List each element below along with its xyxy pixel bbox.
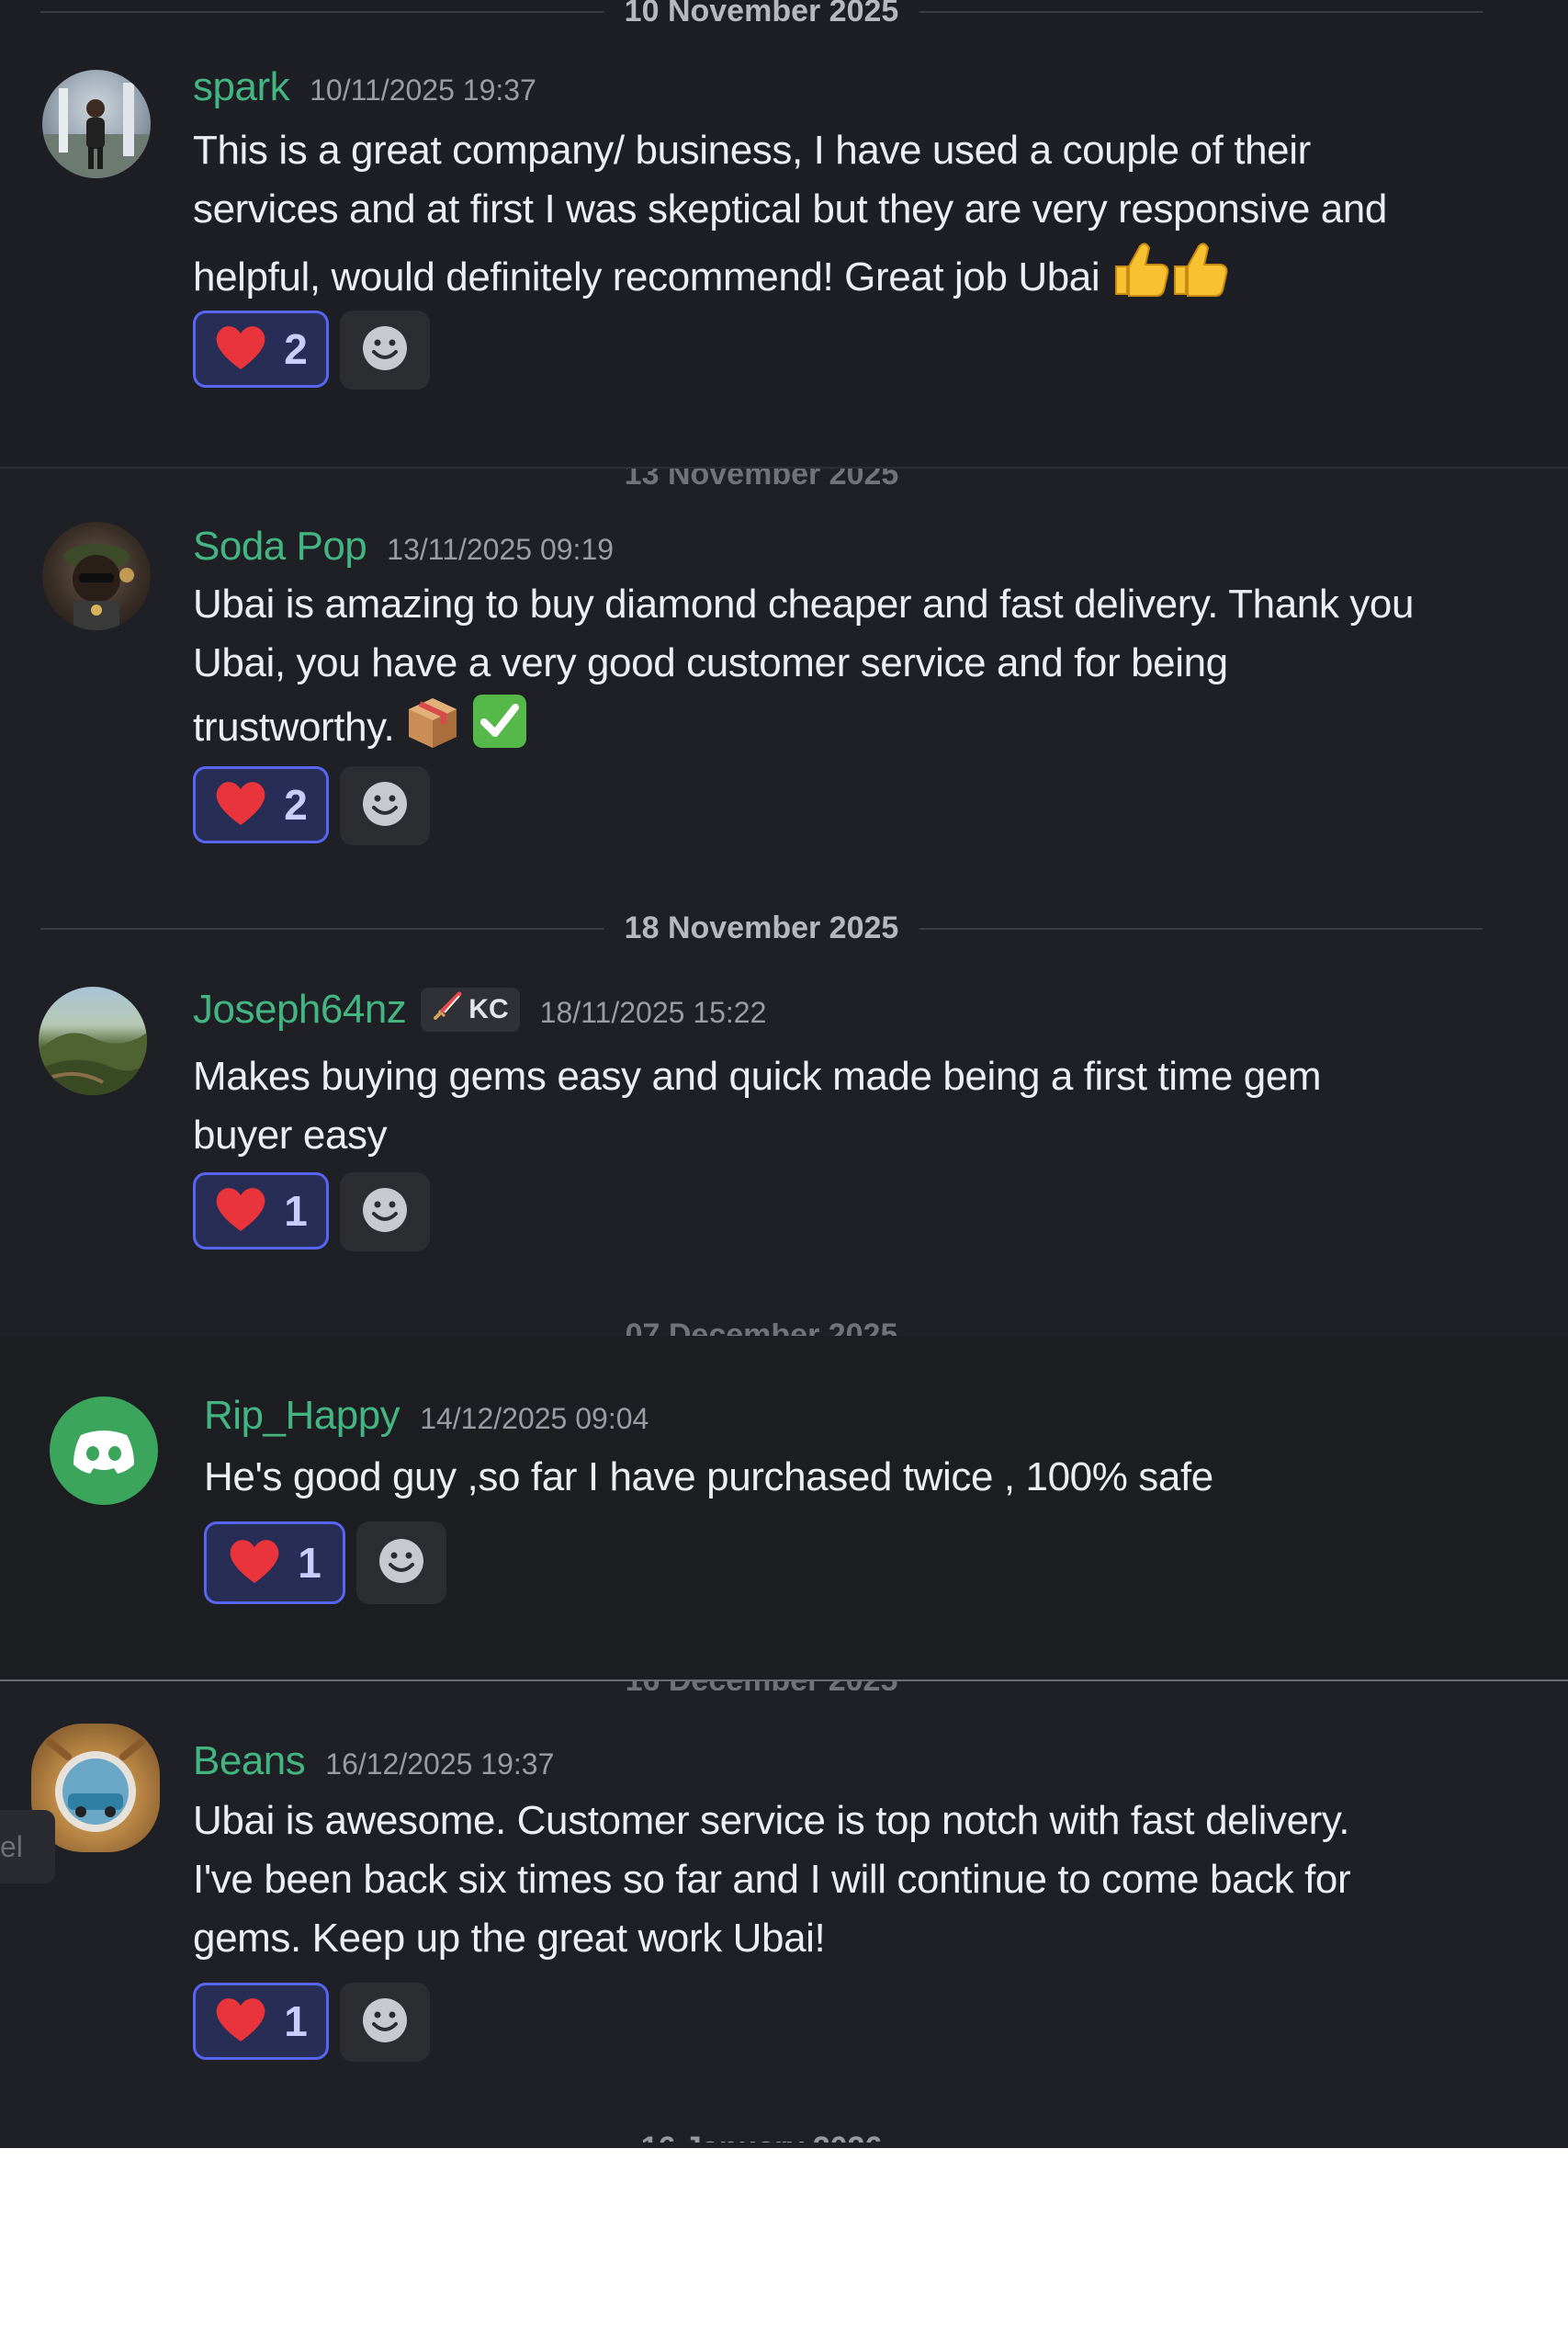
- date-divider-label: 18 November 2025: [604, 910, 919, 946]
- reaction-count: 2: [284, 325, 308, 373]
- chat-segment-2: 13 November 2025 Soda Pop 13/11/2025 09:…: [0, 467, 1568, 1336]
- sword-icon: [432, 990, 463, 1029]
- message-content: This is a great company/ business, I hav…: [193, 121, 1387, 316]
- heart-reaction[interactable]: 1: [204, 1521, 345, 1604]
- username[interactable]: Rip_Happy: [204, 1393, 400, 1439]
- message-line-with-emoji: trustworthy.: [193, 693, 1414, 766]
- message-line: gems. Keep up the great work Ubai!: [193, 1916, 826, 1961]
- heart-icon: [228, 1537, 281, 1589]
- heart-reaction[interactable]: 1: [193, 1983, 329, 2060]
- reaction-count: 1: [284, 1997, 308, 2045]
- chat-segment-1: 10 November 2025 spark 10/11/2025 19:37: [0, 0, 1568, 467]
- date-divider-label: 16 January 2026: [620, 2130, 903, 2143]
- message-line: He's good guy ,so far I have purchased t…: [204, 1454, 1213, 1499]
- username[interactable]: Joseph64nz: [193, 987, 407, 1033]
- message-content: Ubai is awesome. Customer service is top…: [193, 1792, 1351, 1968]
- timestamp[interactable]: 13/11/2025 09:19: [387, 533, 614, 567]
- add-reaction-icon: [361, 780, 409, 832]
- message-header: Rip_Happy 14/12/2025 09:04: [204, 1393, 649, 1439]
- add-reaction-button[interactable]: [356, 1521, 446, 1604]
- message-header: Soda Pop 13/11/2025 09:19: [193, 524, 614, 570]
- message-line: services and at first I was skeptical bu…: [193, 187, 1387, 232]
- heart-icon: [214, 1185, 267, 1238]
- reaction-count: 1: [298, 1539, 321, 1587]
- chat-segment-3: Rip_Happy 14/12/2025 09:04 He's good guy…: [0, 1336, 1568, 1679]
- add-reaction-icon: [361, 1186, 409, 1238]
- discord-logo-icon: [50, 1430, 158, 1505]
- heart-icon: [214, 779, 267, 831]
- date-divider-label: 07 December 2025: [604, 1323, 919, 1336]
- avatar[interactable]: [42, 70, 151, 178]
- message-header: Joseph64nz KC 18/11/2025 15:22: [193, 987, 766, 1033]
- avatar[interactable]: [50, 1396, 158, 1505]
- message-content: Makes buying gems easy and quick made be…: [193, 1047, 1322, 1165]
- message-line: buyer easy: [193, 1113, 388, 1158]
- add-reaction-icon: [361, 324, 409, 377]
- server-tag-label: KC: [468, 994, 509, 1024]
- reaction-bar: 1: [204, 1521, 446, 1604]
- add-reaction-icon: [361, 1996, 409, 2049]
- reaction-bar: 2: [193, 766, 430, 845]
- message-header: Beans 16/12/2025 19:37: [193, 1738, 554, 1784]
- segment-seam: [0, 1679, 1568, 1681]
- message-line: Ubai, you have a very good customer serv…: [193, 640, 1228, 685]
- message-content: He's good guy ,so far I have purchased t…: [204, 1448, 1213, 1507]
- message-line: Makes buying gems easy and quick made be…: [193, 1054, 1322, 1099]
- chat-segment-4: 16 December 2025 Beans 16/12/2025 19:37 …: [0, 1679, 1568, 2148]
- message-line: Ubai is awesome. Customer service is top…: [193, 1798, 1350, 1843]
- reaction-bar: 1: [193, 1172, 430, 1251]
- server-tag[interactable]: KC: [421, 988, 520, 1032]
- timestamp[interactable]: 10/11/2025 19:37: [310, 74, 536, 107]
- username[interactable]: Soda Pop: [193, 524, 367, 570]
- reaction-bar: 2: [193, 311, 430, 390]
- add-reaction-button[interactable]: [340, 1172, 430, 1251]
- date-divider-label: 10 November 2025: [604, 0, 919, 29]
- side-panel-fragment: el: [0, 1810, 55, 1883]
- heart-reaction[interactable]: 1: [193, 1172, 329, 1250]
- add-reaction-button[interactable]: [340, 766, 430, 845]
- timestamp[interactable]: 14/12/2025 09:04: [420, 1402, 649, 1436]
- check-mark-icon: [471, 693, 528, 766]
- chat-log: 10 November 2025 spark 10/11/2025 19:37: [0, 0, 1568, 2148]
- message-line: Ubai is amazing to buy diamond cheaper a…: [193, 582, 1415, 627]
- reaction-count: 2: [284, 781, 308, 829]
- avatar[interactable]: [39, 987, 147, 1095]
- reaction-bar: 1: [193, 1983, 430, 2062]
- add-reaction-button[interactable]: [340, 1983, 430, 2062]
- reaction-count: 1: [284, 1187, 308, 1235]
- message-line: trustworthy.: [193, 705, 395, 750]
- heart-icon: [214, 323, 267, 376]
- heart-icon: [214, 1996, 267, 2048]
- heart-reaction[interactable]: 2: [193, 766, 329, 843]
- username[interactable]: spark: [193, 64, 290, 110]
- add-reaction-button[interactable]: [340, 311, 430, 390]
- message-header: spark 10/11/2025 19:37: [193, 64, 536, 110]
- package-icon: [405, 695, 460, 766]
- message-line: helpful, would definitely recommend! Gre…: [193, 254, 1100, 300]
- add-reaction-icon: [378, 1537, 425, 1589]
- timestamp[interactable]: 16/12/2025 19:37: [325, 1747, 554, 1781]
- date-divider-label: 13 November 2025: [604, 467, 919, 487]
- message-content: Ubai is amazing to buy diamond cheaper a…: [193, 575, 1414, 766]
- username[interactable]: Beans: [193, 1738, 306, 1784]
- segment-seam: [0, 467, 1568, 469]
- timestamp[interactable]: 18/11/2025 15:22: [540, 996, 767, 1030]
- heart-reaction[interactable]: 2: [193, 311, 329, 388]
- thumbs-up-icon: [1111, 239, 1228, 316]
- message-line-with-emoji: helpful, would definitely recommend! Gre…: [193, 239, 1387, 316]
- message-line: This is a great company/ business, I hav…: [193, 128, 1311, 173]
- avatar[interactable]: [42, 522, 151, 630]
- message-line: I've been back six times so far and I wi…: [193, 1857, 1351, 1902]
